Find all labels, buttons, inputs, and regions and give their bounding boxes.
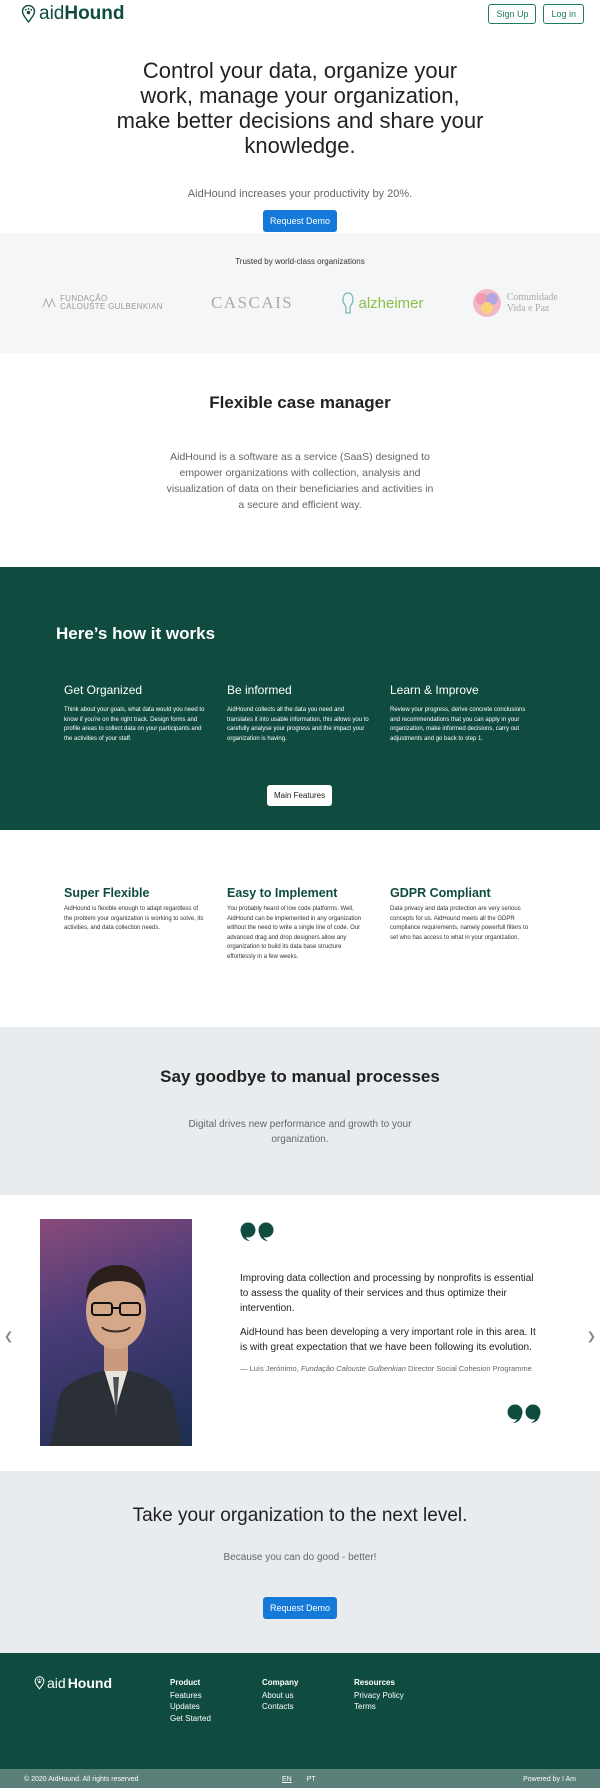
- footer-link-about-us[interactable]: About us: [262, 1690, 298, 1702]
- testimonial-quote: Improving data collection and processing…: [240, 1271, 540, 1375]
- vida-line1: Comunidade: [506, 292, 558, 303]
- request-demo-button[interactable]: Request Demo: [262, 210, 338, 232]
- partner-logos: FUNDAÇÃO CALOUSTE GULBENKIAN CASCAIS alz…: [0, 288, 600, 318]
- paw-pin-icon: [21, 5, 36, 23]
- footer-link-get-started[interactable]: Get Started: [170, 1713, 211, 1725]
- how-col-text: Think about your goals, what data would …: [64, 707, 205, 742]
- how-columns: Get Organized Think about your goals, wh…: [64, 683, 533, 744]
- feature-columns: Super Flexible AidHound is flexible enou…: [64, 886, 533, 962]
- author-role: Director Social Cohesion Programme: [405, 1364, 532, 1373]
- login-button[interactable]: Log in: [543, 4, 584, 24]
- hero-subtitle: AidHound increases your productivity by …: [187, 188, 413, 200]
- footer-col-title: Resources: [354, 1678, 395, 1687]
- quote-paragraph-1: Improving data collection and processing…: [240, 1273, 534, 1314]
- feature-text: AidHound is flexible enough to adapt reg…: [64, 906, 204, 931]
- paw-pin-icon: [34, 1676, 45, 1690]
- next-level-section: Take your organization to the next level…: [0, 1471, 600, 1653]
- goodbye-title: Say goodbye to manual processes: [160, 1067, 440, 1086]
- alzheimer-logo: alzheimer: [341, 292, 424, 314]
- vida-e-paz-mark-icon: [472, 289, 501, 317]
- signup-button[interactable]: Sign Up: [488, 4, 537, 24]
- language-switcher: EN PT: [282, 1776, 316, 1783]
- gulbenkian-mark-icon: [42, 298, 56, 308]
- lang-en-link[interactable]: EN: [282, 1776, 292, 1783]
- logo-text-bold: Hound: [64, 3, 125, 24]
- author-org: Fundação Calouste Gulbenkian: [300, 1364, 406, 1373]
- footer-col-title: Product: [170, 1678, 201, 1687]
- feature-text: Data privacy and data protection are ver…: [390, 906, 529, 941]
- footer-link-privacy-policy[interactable]: Privacy Policy: [354, 1690, 404, 1702]
- how-col-title: Get Organized: [64, 683, 143, 697]
- footer-link-contacts[interactable]: Contacts: [262, 1701, 298, 1713]
- site-header: aid Hound Sign Up Log in: [0, 0, 600, 28]
- gulbenkian-logo: FUNDAÇÃO CALOUSTE GULBENKIAN: [42, 295, 163, 311]
- trusted-section: Trusted by world-class organizations FUN…: [0, 233, 600, 353]
- footer-col-resources: Resources Privacy Policy Terms: [354, 1677, 404, 1713]
- page: aid Hound Sign Up Log in Control your dat…: [0, 0, 600, 1788]
- vida-e-paz-logo: Comunidade Vida e Paz: [472, 288, 558, 318]
- powered-by-text[interactable]: Powered by I Am: [523, 1776, 576, 1783]
- how-it-works-section: Here’s how it works Get Organized Think …: [0, 567, 600, 830]
- chevron-right-icon[interactable]: ❯: [587, 1330, 596, 1343]
- footer-link-features[interactable]: Features: [170, 1690, 211, 1702]
- next-level-subtitle: Because you can do good - better!: [223, 1552, 377, 1563]
- footer-logo[interactable]: aid Hound: [34, 1675, 112, 1691]
- copyright-text: © 2020 AidHound. All rights reserved: [24, 1775, 139, 1783]
- main-features-button[interactable]: Main Features: [267, 785, 333, 806]
- how-col-text: AidHound collects all the data you need …: [227, 707, 369, 742]
- alzheimer-head-icon: [342, 292, 355, 314]
- lang-pt-link[interactable]: PT: [307, 1776, 316, 1783]
- hero-section: Control your data, organize your work, m…: [0, 28, 600, 233]
- author-name: — Luís Jerónimo,: [240, 1364, 301, 1373]
- alzheimer-text: alzheimer: [358, 294, 424, 312]
- quote-paragraph-2: AidHound has been developing a very impo…: [240, 1327, 536, 1353]
- footer-logo-bold: Hound: [67, 1675, 113, 1691]
- chevron-left-icon[interactable]: ❮: [4, 1330, 13, 1343]
- cascais-logo: CASCAIS: [210, 293, 294, 312]
- how-col-learn-improve: Learn & Improve Review your progress, de…: [390, 683, 533, 744]
- how-title: Here’s how it works: [56, 624, 216, 643]
- vida-line2: Vida e Paz: [506, 303, 550, 314]
- feature-gdpr-compliant: GDPR Compliant Data privacy and data pro…: [390, 886, 533, 962]
- how-col-text: Review your progress, derive concrete co…: [390, 707, 526, 742]
- how-col-be-informed: Be informed AidHound collects all the da…: [227, 683, 370, 744]
- flexible-title: Flexible case manager: [209, 393, 391, 412]
- features-section: Super Flexible AidHound is flexible enou…: [0, 830, 600, 1027]
- footer-col-company: Company About us Contacts: [262, 1677, 298, 1713]
- feature-super-flexible: Super Flexible AidHound is flexible enou…: [64, 886, 207, 962]
- feature-title: Super Flexible: [64, 886, 150, 900]
- testimonial-carousel: ❮ Improving data collection and processi…: [0, 1195, 600, 1471]
- site-logo[interactable]: aid Hound: [21, 3, 125, 25]
- how-col-title: Learn & Improve: [390, 683, 479, 697]
- how-col-get-organized: Get Organized Think about your goals, wh…: [64, 683, 207, 744]
- feature-easy-to-implement: Easy to Implement You probably heard of …: [227, 886, 370, 962]
- flexible-section: Flexible case manager AidHound is a soft…: [0, 353, 600, 567]
- quote-open-icon: [240, 1222, 274, 1241]
- feature-title: Easy to Implement: [227, 886, 338, 900]
- feature-text: You probably heard of low code platforms…: [227, 906, 362, 960]
- quote-author: — Luís Jerónimo, Fundação Calouste Gulbe…: [240, 1363, 540, 1375]
- footer-link-updates[interactable]: Updates: [170, 1701, 211, 1713]
- goodbye-section: Say goodbye to manual processes Digital …: [0, 1027, 600, 1195]
- how-col-title: Be informed: [227, 683, 292, 697]
- flexible-text: AidHound is a software as a service (Saa…: [166, 451, 434, 511]
- testimonial-photo: [40, 1219, 192, 1446]
- request-demo-button-bottom[interactable]: Request Demo: [262, 1597, 338, 1619]
- logo-text-light: aid: [39, 3, 65, 24]
- goodbye-text: Digital drives new performance and growt…: [188, 1119, 412, 1145]
- gulbenkian-line2: CALOUSTE GULBENKIAN: [60, 302, 163, 311]
- trusted-title: Trusted by world-class organizations: [235, 257, 365, 266]
- footer-col-title: Company: [262, 1678, 299, 1687]
- hero-title: Control your data, organize your work, m…: [116, 58, 484, 158]
- header-actions: Sign Up Log in: [488, 4, 584, 24]
- footer-col-product: Product Features Updates Get Started: [170, 1677, 211, 1724]
- footer-bottom-bar: © 2020 AidHound. All rights reserved EN …: [0, 1769, 600, 1788]
- footer-link-terms[interactable]: Terms: [354, 1701, 404, 1713]
- site-footer: aid Hound Product Features Updates Get St…: [0, 1653, 600, 1769]
- feature-title: GDPR Compliant: [390, 886, 491, 900]
- footer-logo-light: aid: [47, 1675, 66, 1691]
- next-level-title: Take your organization to the next level…: [132, 1505, 468, 1526]
- quote-close-icon: [507, 1404, 541, 1423]
- person-portrait-icon: [50, 1265, 182, 1446]
